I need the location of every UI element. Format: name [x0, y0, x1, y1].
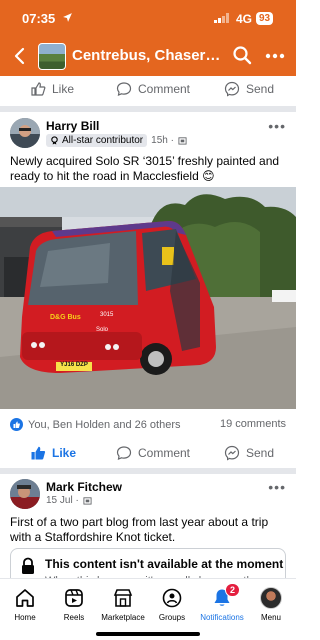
home-indicator [96, 632, 200, 636]
group-privacy-icon [178, 137, 187, 145]
feed-divider [0, 468, 296, 474]
reaction-summary[interactable]: You, Ben Holden and 26 others [10, 418, 181, 431]
post-text: First of a two part blog from last year … [10, 515, 269, 544]
nav-groups-label: Groups [158, 613, 186, 622]
groups-icon [162, 588, 182, 608]
thumbs-up-filled-icon [31, 446, 46, 460]
post-options-icon[interactable]: ••• [268, 118, 286, 134]
messenger-icon [224, 81, 240, 97]
comment-button[interactable]: Comment [116, 81, 190, 97]
comment-label: Comment [138, 82, 191, 96]
author-name[interactable]: Mark Fitchew [46, 480, 122, 494]
like-button[interactable]: Like [30, 445, 76, 461]
like-label: Like [52, 82, 75, 96]
status-time: 07:35 [22, 11, 56, 26]
comment-label: Comment [138, 446, 191, 460]
send-label: Send [246, 82, 275, 96]
nav-marketplace[interactable]: Marketplace [95, 587, 151, 622]
comment-icon [116, 446, 132, 460]
back-arrow-icon[interactable] [10, 46, 30, 66]
send-button[interactable]: Send [224, 445, 274, 461]
post-time[interactable]: 15h · [151, 135, 174, 146]
unavailable-title: This content isn't available at the mome… [45, 557, 284, 571]
author-avatar[interactable] [10, 479, 40, 509]
previous-post-actions: Like Comment Send [0, 76, 296, 104]
thumbs-up-icon [31, 82, 46, 96]
location-arrow-icon [63, 13, 72, 22]
contributor-badge[interactable]: All-star contributor [46, 134, 148, 147]
battery-indicator: 93 [256, 12, 274, 25]
group-title[interactable]: Centrebus, Chaserid... [72, 47, 222, 64]
feed-divider [0, 106, 296, 112]
bus-model-label: Solo [96, 327, 109, 333]
group-header: Centrebus, Chaserid... [0, 36, 296, 76]
author-avatar[interactable] [10, 118, 40, 148]
post-meta: All-star contributor 15h · [46, 134, 187, 147]
reels-icon [65, 589, 83, 607]
network-type: 4G [236, 12, 253, 26]
post-text: Newly acquired Solo SR ‘3015’ freshly pa… [10, 154, 280, 183]
badge-label: All-star contributor [62, 135, 144, 146]
nav-marketplace-label: Marketplace [101, 613, 145, 622]
group-privacy-icon [83, 497, 92, 505]
post-options-icon[interactable]: ••• [268, 479, 286, 495]
bus-number-plate: YJ16 DZP [60, 362, 88, 368]
bus-fleet-number: 3015 [100, 312, 114, 318]
post-header: Harry Bill All-star contributor 15h · ••… [0, 118, 296, 158]
status-bar: 07:35 4G 93 [0, 0, 296, 36]
more-options-icon[interactable] [264, 46, 286, 66]
post-photo[interactable]: D&G Bus 3015 Solo YJ16 DZP [0, 187, 296, 409]
badge-icon [51, 136, 58, 145]
search-icon[interactable] [232, 45, 252, 65]
bus-destination-label: D&G Bus [50, 314, 81, 321]
comment-icon [116, 82, 132, 96]
like-label: Like [52, 446, 77, 460]
notifications-badge: 2 [225, 583, 241, 597]
post-time[interactable]: 15 Jul · [46, 495, 79, 506]
nav-notifications[interactable]: 2 Notifications [194, 583, 250, 622]
send-button[interactable]: Send [224, 81, 274, 97]
nav-menu-label: Menu [260, 613, 281, 622]
nav-home-label: Home [14, 613, 36, 622]
nav-menu[interactable]: Menu [243, 587, 299, 622]
messenger-icon [224, 445, 240, 461]
signal-icon [214, 13, 229, 23]
comment-button[interactable]: Comment [116, 445, 190, 461]
send-label: Send [246, 446, 275, 460]
group-thumbnail[interactable] [38, 43, 66, 70]
bottom-navigation: Home Reels Marketplace Groups 2 Notifica… [0, 578, 296, 640]
author-name[interactable]: Harry Bill [46, 119, 99, 133]
post-header: Mark Fitchew 15 Jul · ••• [0, 479, 296, 519]
nav-groups[interactable]: Groups [144, 587, 200, 622]
home-icon [16, 589, 34, 607]
marketplace-icon [113, 589, 133, 607]
menu-avatar [260, 587, 282, 609]
lock-icon [22, 557, 34, 574]
like-button[interactable]: Like [30, 81, 74, 97]
post-meta: 15 Jul · [46, 495, 92, 506]
post-actions: Like Comment Send [0, 440, 296, 468]
comments-count[interactable]: 19 comments [220, 418, 286, 430]
reaction-text: You, Ben Holden and 26 others [28, 418, 181, 431]
like-reaction-icon [10, 418, 23, 431]
nav-reels-label: Reels [63, 613, 85, 622]
nav-notifications-label: Notifications [200, 613, 244, 622]
nav-reels[interactable]: Reels [46, 587, 102, 622]
